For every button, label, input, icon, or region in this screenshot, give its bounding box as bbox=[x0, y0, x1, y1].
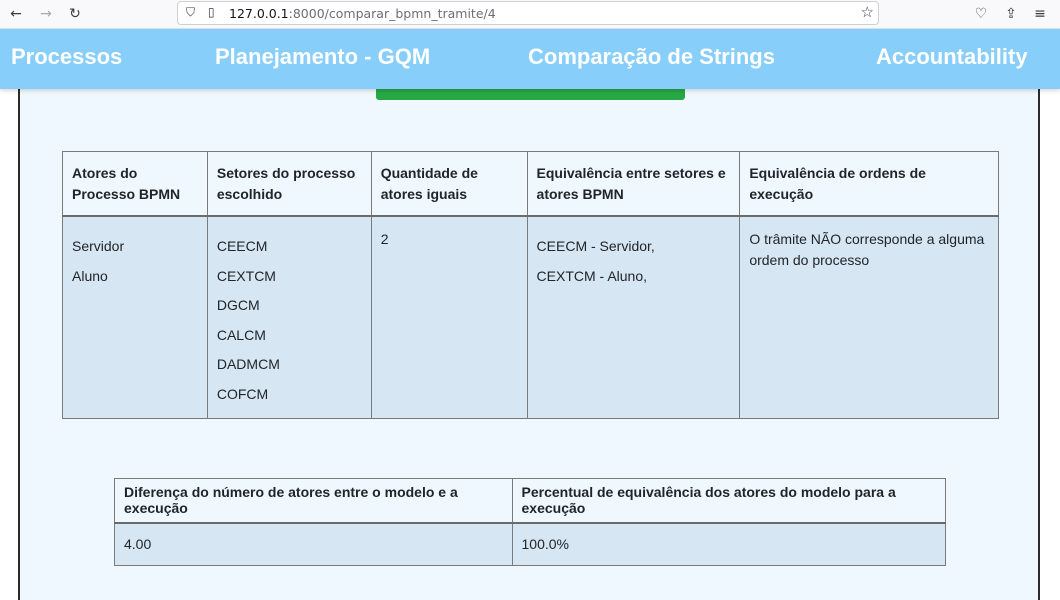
forward-arrow-icon[interactable]: → bbox=[36, 4, 56, 24]
actor-item: Aluno bbox=[72, 267, 108, 284]
sector-item: CALCM bbox=[216, 326, 266, 343]
actors-cell: Servidor Aluno bbox=[62, 215, 208, 419]
sector-item: CEECM bbox=[216, 238, 268, 254]
page-content: Atores do Processo BPMN Setores do proce… bbox=[18, 89, 1040, 600]
nav-link-planejamento-gqm[interactable]: Planejamento - GQM bbox=[215, 44, 430, 70]
sector-item: CEXTCM bbox=[216, 267, 276, 284]
back-arrow-icon[interactable]: ← bbox=[6, 4, 26, 24]
header-equivalencia-setores: Equivalência entre setores e atores BPMN bbox=[526, 151, 741, 217]
header-setores: Setores do processo escolhido bbox=[206, 151, 372, 217]
reload-icon[interactable]: ↻ bbox=[65, 4, 85, 24]
sector-item: DGCM bbox=[216, 297, 260, 313]
nav-link-accountability[interactable]: Accountability bbox=[876, 44, 1028, 70]
equivalence-item: CEECM - Servidor, bbox=[536, 238, 655, 254]
extensions-icon[interactable]: ⇪ bbox=[1001, 4, 1021, 24]
actor-item: Servidor bbox=[72, 238, 125, 254]
main-navigation: Processos Planejamento - GQM Comparação … bbox=[0, 29, 1060, 89]
header-diferenca-atores: Diferença do número de atores entre o mo… bbox=[114, 478, 513, 524]
url-text[interactable]: 127.0.0.1:8000/comparar_bpmn_tramite/4 bbox=[229, 6, 496, 21]
comparison-table-header-row: Atores do Processo BPMN Setores do proce… bbox=[62, 151, 999, 217]
header-quantidade: Quantidade de atores iguais bbox=[370, 151, 528, 217]
table-row: 4.00 100.0% bbox=[114, 522, 946, 566]
nav-link-processos[interactable]: Processos bbox=[11, 44, 122, 70]
sector-item: COFCM bbox=[216, 385, 269, 402]
page-icon[interactable]: ▯ bbox=[208, 5, 215, 19]
equal-count-cell: 2 bbox=[370, 215, 528, 419]
summary-table: Diferença do número de atores entre o mo… bbox=[114, 478, 946, 566]
comparison-table: Atores do Processo BPMN Setores do proce… bbox=[62, 151, 999, 419]
pocket-icon[interactable]: ♡ bbox=[971, 4, 991, 24]
summary-header-row: Diferença do número de atores entre o mo… bbox=[114, 478, 946, 524]
header-atores-bpmn: Atores do Processo BPMN bbox=[62, 151, 208, 217]
green-action-button[interactable] bbox=[376, 89, 685, 100]
hamburger-menu-icon[interactable]: ≡ bbox=[1030, 4, 1050, 24]
address-bar[interactable]: ⛉ ▯ 127.0.0.1:8000/comparar_bpmn_tramite… bbox=[177, 1, 879, 25]
sectors-cell: CEECM CEXTCM DGCM CALCM DADMCM COFCM bbox=[206, 215, 372, 419]
table-row: Servidor Aluno CEECM CEXTCM DGCM CALCM D… bbox=[62, 215, 999, 419]
order-equivalence-cell: O trâmite NÃO corresponde a alguma ordem… bbox=[739, 215, 999, 419]
url-path: :8000/comparar_bpmn_tramite/4 bbox=[288, 6, 496, 21]
diferenca-value: 4.00 bbox=[114, 522, 513, 566]
header-equivalencia-ordens: Equivalência de ordens de execução bbox=[739, 151, 999, 217]
shield-icon[interactable]: ⛉ bbox=[186, 5, 195, 20]
browser-toolbar: ← → ↻ ⛉ ▯ 127.0.0.1:8000/comparar_bpmn_t… bbox=[0, 0, 1060, 29]
equivalences-cell: CEECM - Servidor, CEXTCM - Aluno, bbox=[526, 215, 741, 419]
header-percentual-equivalencia: Percentual de equivalência dos atores do… bbox=[511, 478, 946, 524]
bookmark-star-icon[interactable]: ☆ bbox=[861, 3, 874, 21]
equivalence-item: CEXTCM - Aluno, bbox=[536, 267, 648, 284]
percentual-value: 100.0% bbox=[511, 522, 946, 566]
url-host: 127.0.0.1 bbox=[229, 6, 289, 21]
sector-item: DADMCM bbox=[216, 356, 280, 372]
nav-link-comparacao-strings[interactable]: Comparação de Strings bbox=[528, 44, 775, 70]
